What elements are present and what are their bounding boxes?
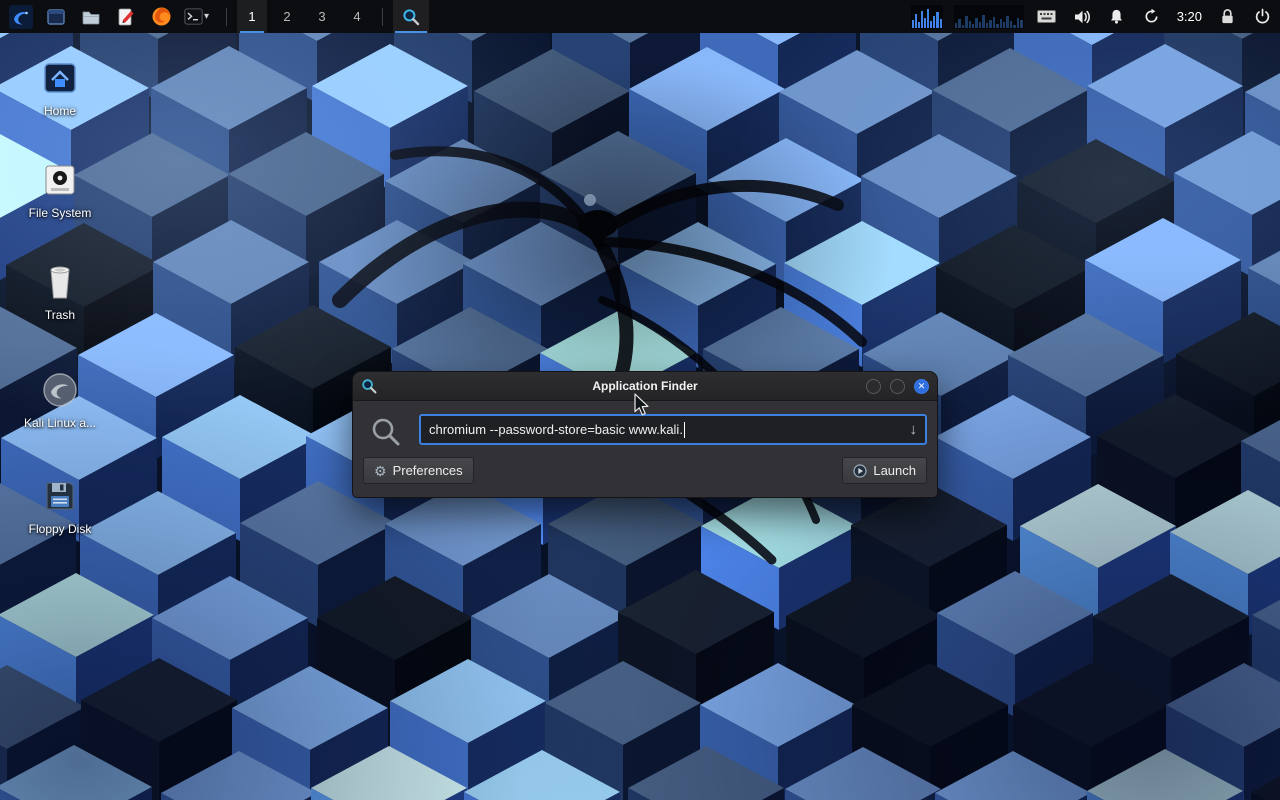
desktop-icon-label: Home [44, 105, 76, 119]
keyboard-layout-indicator[interactable] [1035, 2, 1059, 31]
text-caret [684, 422, 685, 438]
power-icon [1254, 8, 1271, 25]
desktop-icon-kali-docs[interactable]: Kali Linux a... [6, 368, 114, 431]
window-app-icon [361, 378, 377, 394]
gear-icon: ⚙ [374, 464, 387, 478]
preferences-button[interactable]: ⚙ Preferences [363, 457, 474, 484]
panel-separator [382, 8, 383, 26]
application-finder-window: Application Finder ✕ chromium --password… [352, 371, 938, 498]
applications-menu-button[interactable] [6, 2, 36, 31]
desktop-icon-label: Trash [45, 309, 75, 323]
launcher-terminal[interactable] [181, 2, 205, 31]
command-input-value: chromium --password-store=basic www.kali… [429, 422, 683, 437]
window-title: Application Finder [353, 379, 937, 393]
application-finder-task-icon [402, 8, 420, 26]
desktop-icon-label: Floppy Disk [29, 523, 92, 537]
folder-icon [81, 7, 101, 27]
text-editor-icon [116, 7, 136, 27]
bell-icon [1108, 8, 1125, 25]
home-icon [38, 56, 82, 100]
net-graph-widget[interactable] [954, 5, 1024, 29]
launcher-file-manager[interactable] [76, 2, 106, 31]
search-icon [370, 416, 402, 448]
preferences-label: Preferences [393, 463, 463, 478]
cpu-graph-widget[interactable] [911, 5, 943, 29]
speaker-icon [1073, 8, 1091, 26]
trash-icon [38, 260, 82, 304]
launch-button[interactable]: Launch [842, 457, 927, 484]
window-controls: ✕ [866, 379, 929, 394]
file-system-icon [38, 158, 82, 202]
desktop-icon-home[interactable]: Home [6, 56, 114, 119]
desktop-icon-label: File System [29, 207, 92, 221]
button-row: ⚙ Preferences Launch [363, 457, 927, 484]
kali-logo-icon [8, 4, 34, 30]
launcher-window-manager[interactable] [41, 2, 71, 31]
maximize-button[interactable] [890, 379, 905, 394]
keyboard-icon [1037, 10, 1056, 23]
mouse-cursor [633, 393, 653, 417]
desktop-icon-label: Kali Linux a... [24, 417, 96, 431]
workspace-3[interactable]: 3 [307, 0, 337, 33]
desktop-icon-floppy-disk[interactable]: Floppy Disk [6, 474, 114, 537]
lock-icon [1220, 8, 1235, 25]
desktop-icon-file-system[interactable]: File System [6, 158, 114, 221]
notifications-indicator[interactable] [1105, 2, 1129, 31]
lock-screen-button[interactable] [1215, 2, 1239, 31]
close-button[interactable]: ✕ [914, 379, 929, 394]
workspace-2[interactable]: 2 [272, 0, 302, 33]
firefox-icon [151, 6, 172, 27]
volume-indicator[interactable] [1070, 2, 1094, 31]
logout-button[interactable] [1250, 2, 1274, 31]
task-application-finder[interactable] [393, 0, 429, 33]
command-input[interactable]: chromium --password-store=basic www.kali… [419, 414, 927, 445]
panel-left: ▾ 1 2 3 4 [6, 0, 429, 33]
kali-docs-icon [38, 368, 82, 412]
clock[interactable]: 3:20 [1175, 2, 1204, 31]
close-icon: ✕ [918, 382, 926, 391]
desktop-icon-trash[interactable]: Trash [6, 260, 114, 323]
clock-label: 3:20 [1175, 9, 1204, 24]
workspace-4[interactable]: 4 [342, 0, 372, 33]
terminal-dropdown-chevron[interactable]: ▾ [204, 11, 216, 22]
panel-right: 3:20 [911, 0, 1274, 33]
minimize-button[interactable] [866, 379, 881, 394]
launcher-firefox[interactable] [146, 2, 176, 31]
terminal-icon [184, 8, 203, 25]
panel-separator [226, 8, 227, 26]
top-panel: ▾ 1 2 3 4 [0, 0, 1280, 33]
history-dropdown-arrow-icon[interactable]: ↓ [910, 421, 918, 438]
launcher-text-editor[interactable] [111, 2, 141, 31]
launch-icon [853, 464, 867, 478]
refresh-icon [1143, 8, 1160, 25]
floppy-disk-icon [38, 474, 82, 518]
window-icon [46, 7, 66, 27]
workspace-1[interactable]: 1 [237, 0, 267, 33]
launch-label: Launch [873, 463, 916, 478]
update-indicator[interactable] [1140, 2, 1164, 31]
